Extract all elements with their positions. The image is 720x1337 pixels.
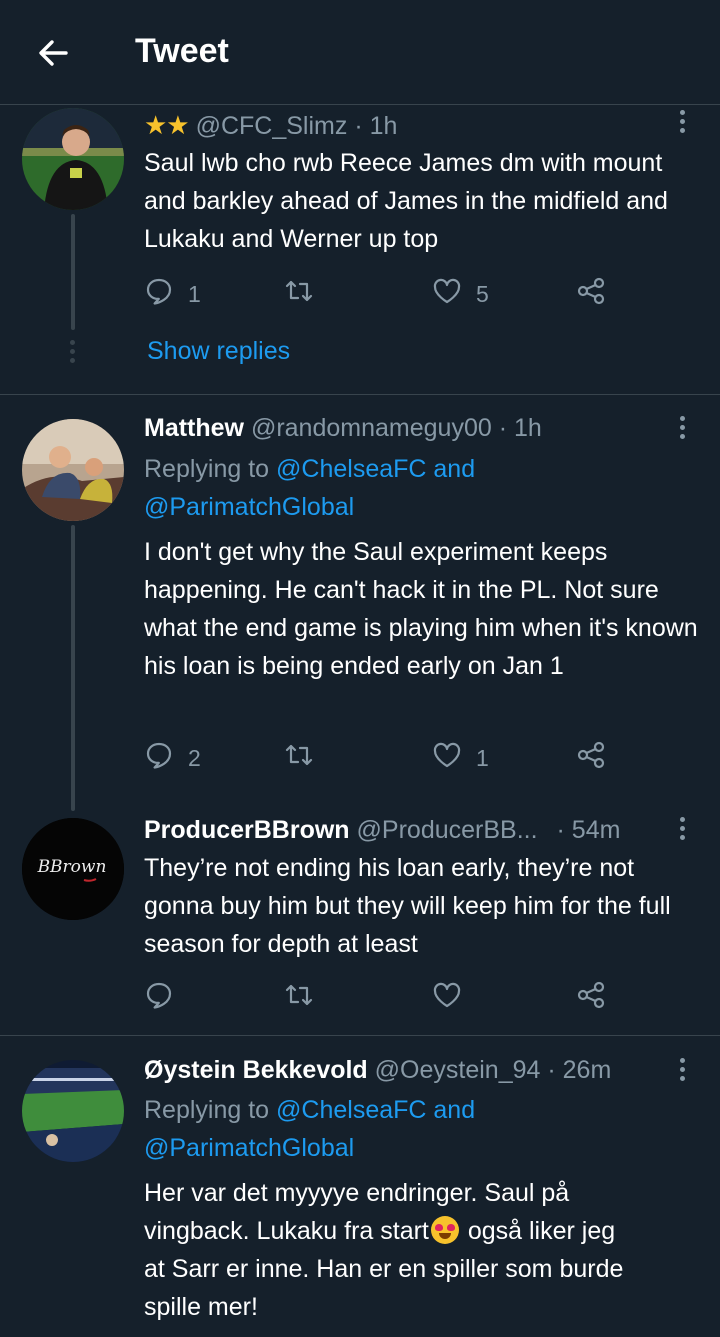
share-icon [576, 980, 606, 1016]
handle[interactable]: @ProducerBB... [357, 816, 538, 844]
like-count: 5 [476, 280, 489, 307]
like-icon [432, 980, 462, 1016]
replying-to: Replying to @ChelseaFC and @ParimatchGlo… [144, 1091, 475, 1167]
avatar[interactable] [22, 1060, 124, 1162]
like-button[interactable]: 1 [432, 738, 489, 778]
tweet-text-line: spille mer! [144, 1293, 258, 1321]
display-name[interactable]: Matthew [144, 414, 244, 442]
replying-to-label: Replying to [144, 455, 277, 483]
retweet-icon [284, 740, 314, 776]
reply-icon [144, 740, 174, 776]
more-vertical-icon[interactable] [672, 1058, 692, 1086]
reply-button[interactable]: 1 [144, 274, 201, 314]
retweet-button[interactable] [284, 738, 328, 778]
like-button[interactable] [432, 978, 476, 1018]
tweet-text-line: Her var det myyyye endringer. Saul på [144, 1179, 570, 1207]
handle[interactable]: @Oeystein_94 [375, 1056, 541, 1084]
tweet-text: I don't get why the Saul experiment keep… [144, 538, 698, 680]
replying-to-link-2[interactable]: @ParimatchGlobal [144, 493, 354, 521]
reply-button[interactable]: 2 [144, 738, 201, 778]
reply-icon [144, 980, 174, 1016]
tweet-text: Saul lwb cho rwb Reece James dm with mou… [144, 149, 668, 253]
share-button[interactable] [576, 274, 606, 314]
avatar[interactable]: BBrown [22, 818, 124, 920]
tweet-meta: Matthew @randomnameguy00 · 1h [144, 414, 542, 443]
thread-line [71, 214, 75, 330]
share-button[interactable] [576, 978, 606, 1018]
reply-count: 2 [188, 744, 201, 771]
timestamp: · 54m [556, 816, 621, 844]
top-bar: Tweet [0, 0, 720, 105]
replying-to-link-2[interactable]: @ParimatchGlobal [144, 1134, 354, 1162]
replying-to: Replying to @ChelseaFC and @ParimatchGlo… [144, 450, 475, 526]
tweet-meta: ★★ @CFC_Slimz · 1h [144, 110, 397, 141]
handle[interactable]: @randomnameguy00 [251, 414, 492, 442]
timestamp: · 26m [547, 1056, 612, 1084]
collapsed-thread-dots [70, 340, 75, 367]
tweet-text: They’re not ending his loan early, they’… [144, 854, 671, 958]
timestamp: · 1h [354, 112, 398, 140]
like-icon [432, 276, 462, 312]
more-vertical-icon[interactable] [672, 416, 692, 444]
share-icon [576, 740, 606, 776]
back-arrow-icon[interactable] [30, 30, 76, 76]
handle[interactable]: @CFC_Slimz [196, 112, 348, 140]
display-name[interactable]: ProducerBBrown [144, 816, 350, 844]
display-name[interactable]: Øystein Bekkevold [144, 1056, 368, 1084]
share-button[interactable] [576, 738, 606, 778]
tweet-meta: Øystein Bekkevold @Oeystein_94 · 26m [144, 1056, 611, 1085]
retweet-icon [284, 276, 314, 312]
retweet-button[interactable] [284, 274, 328, 314]
tweet-text-line: at Sarr er inne. Han er en spiller som b… [144, 1255, 624, 1283]
replying-to-link[interactable]: @ChelseaFC and [276, 455, 475, 483]
retweet-icon [284, 980, 314, 1016]
thread-line [71, 525, 75, 811]
action-bar: 2 1 [144, 738, 624, 778]
reply-button[interactable] [144, 978, 188, 1018]
replying-to-link[interactable]: @ChelseaFC and [276, 1096, 475, 1124]
divider [0, 394, 720, 395]
like-icon [432, 740, 462, 776]
timestamp: · 1h [498, 414, 542, 442]
action-bar: 1 5 [144, 274, 624, 314]
reply-count: 1 [188, 280, 201, 307]
action-bar [144, 978, 624, 1018]
more-vertical-icon[interactable] [672, 110, 692, 138]
tweet-meta: ProducerBBrown @ProducerBB... · 54m [144, 816, 620, 845]
replying-to-label: Replying to [144, 1096, 277, 1124]
tweet-text: Her var det myyyye endringer. Saul på vi… [144, 1174, 704, 1326]
svg-text:BBrown: BBrown [37, 857, 107, 877]
divider [0, 1035, 720, 1036]
like-button[interactable]: 5 [432, 274, 489, 314]
page-title: Tweet [135, 32, 229, 70]
show-replies-link[interactable]: Show replies [147, 337, 290, 366]
avatar[interactable] [22, 419, 124, 521]
retweet-button[interactable] [284, 978, 328, 1018]
heart-eyes-emoji-icon [430, 1216, 459, 1244]
share-icon [576, 276, 606, 312]
avatar[interactable] [22, 108, 124, 210]
more-vertical-icon[interactable] [672, 817, 692, 845]
tweet-text-line: også liker jeg [460, 1217, 616, 1245]
like-count: 1 [476, 744, 489, 771]
reply-icon [144, 276, 174, 312]
star-icon: ★★ [144, 110, 190, 140]
tweet-text-line: vingback. Lukaku fra start [144, 1217, 429, 1245]
